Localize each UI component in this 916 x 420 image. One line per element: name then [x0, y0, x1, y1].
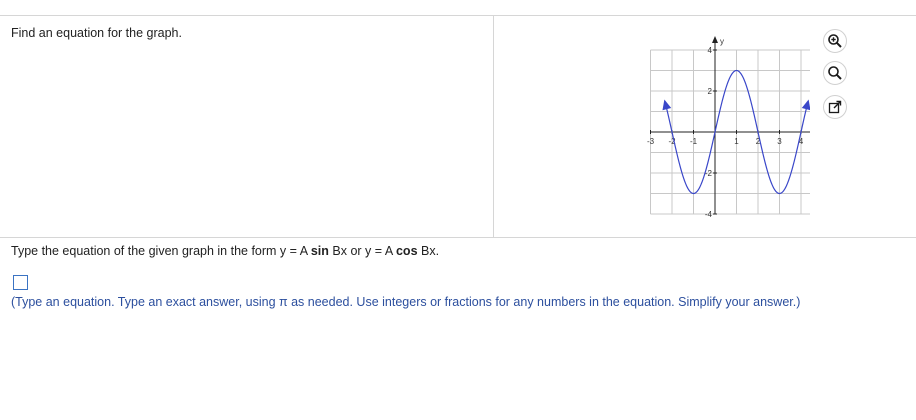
top-divider	[0, 15, 916, 16]
instruction-sin: sin	[310, 244, 329, 258]
y-axis-arrow	[712, 36, 718, 43]
curve-arrow-right	[801, 99, 810, 111]
answer-input-box[interactable]	[13, 275, 28, 290]
instruction-suffix: Bx.	[417, 244, 440, 258]
zoom-out-icon	[828, 66, 842, 80]
curve-arrow-left	[662, 99, 672, 111]
x-tick-label: -1	[690, 137, 698, 146]
y-tick-label: -4	[705, 210, 713, 219]
x-tick-label: 1	[734, 137, 739, 146]
x-tick-label: 3	[777, 137, 782, 146]
zoom-out-button[interactable]	[823, 61, 847, 85]
zoom-in-icon	[828, 34, 842, 48]
instruction-text: Type the equation of the given graph in …	[11, 244, 439, 258]
section-divider	[0, 237, 916, 238]
y-tick-label: 4	[708, 46, 713, 55]
x-tick-label: -3	[647, 137, 655, 146]
instruction-prefix: Type the equation of the given graph in …	[11, 244, 311, 258]
vertical-divider	[493, 15, 494, 237]
answer-hint: (Type an equation. Type an exact answer,…	[11, 295, 801, 309]
y-tick-label: 2	[708, 87, 713, 96]
popout-button[interactable]	[823, 95, 847, 119]
sine-graph: xy-3-2-11234542-2-4	[625, 25, 810, 220]
instruction-middle: Bx or y = A	[328, 244, 396, 258]
instruction-cos: cos	[395, 244, 418, 258]
popout-icon	[828, 100, 842, 114]
zoom-in-button[interactable]	[823, 29, 847, 53]
question-text: Find an equation for the graph.	[11, 26, 182, 40]
y-axis-label: y	[720, 37, 724, 46]
